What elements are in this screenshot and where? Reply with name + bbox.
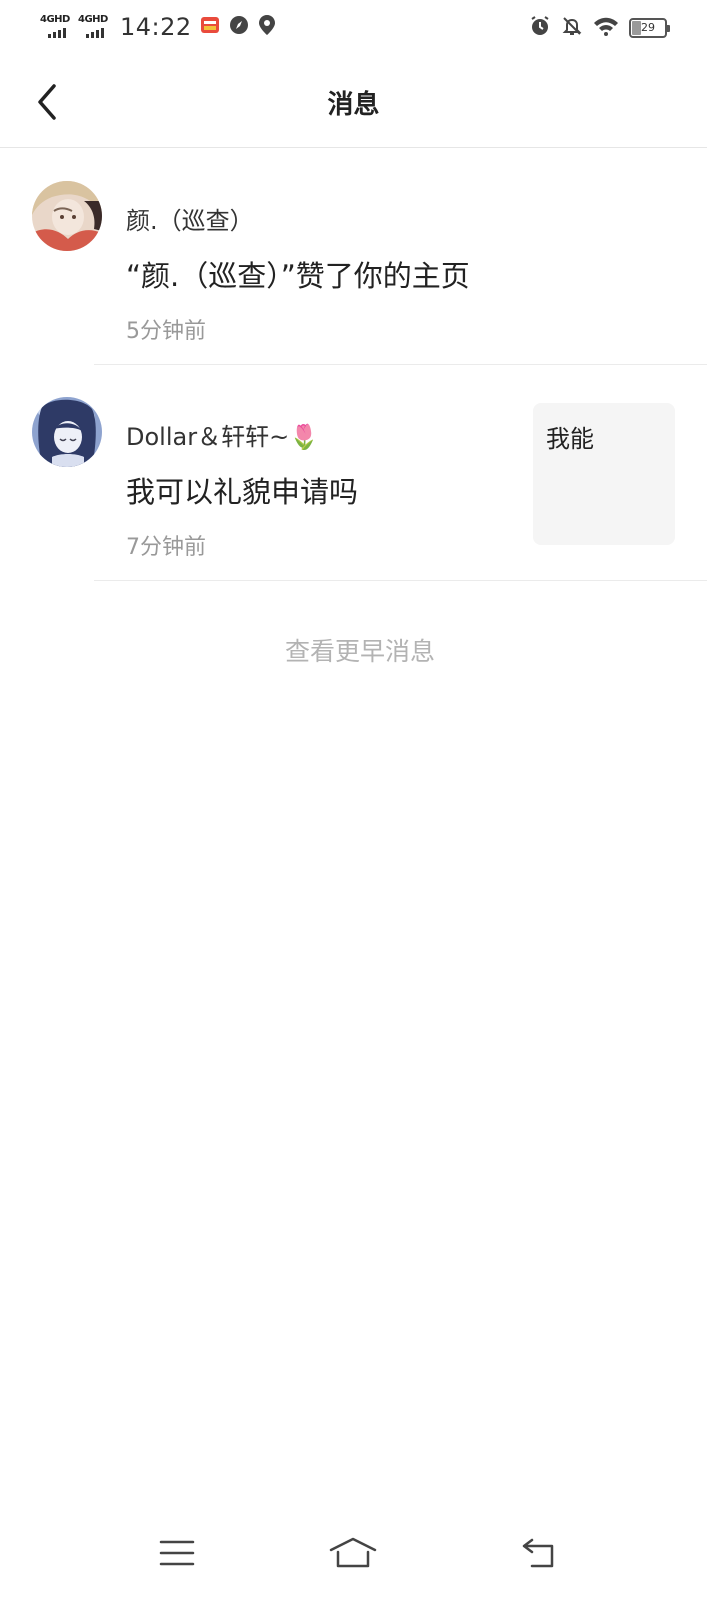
message-preview-card[interactable]: 我能 — [533, 403, 675, 545]
load-older-messages-link[interactable]: 查看更早消息 — [0, 632, 720, 668]
battery-icon: 29 — [629, 18, 670, 38]
system-nav-bar — [0, 1510, 707, 1600]
home-icon — [329, 1537, 377, 1568]
alarm-icon — [529, 15, 551, 41]
sender-name: 颜.（巡查） — [126, 207, 254, 235]
preview-text: 我能 — [546, 425, 594, 453]
avatar[interactable] — [32, 397, 102, 467]
sender-name: Dollar＆轩轩~🌷 — [126, 423, 320, 451]
signal-bars-icon — [48, 28, 66, 38]
network-type-label: 4GHD — [78, 14, 108, 25]
status-right: 29 — [529, 14, 670, 42]
network-type-label: 4GHD — [40, 14, 70, 25]
home-button[interactable] — [323, 1528, 383, 1578]
status-left: 4GHD 4GHD 14:22 — [40, 12, 285, 42]
menu-icon — [159, 1540, 195, 1566]
signal-bars-icon — [86, 28, 104, 38]
back-icon — [522, 1538, 554, 1568]
message-time: 7分钟前 — [126, 535, 206, 560]
battery-percent: 29 — [641, 21, 655, 34]
message-item[interactable]: 颜.（巡查） “颜.（巡查）”赞了你的主页 5分钟前 — [0, 149, 707, 365]
app-notification-icon — [200, 15, 220, 39]
message-content: “颜.（巡查）”赞了你的主页 — [126, 259, 470, 293]
status-bar: 4GHD 4GHD 14:22 29 — [0, 0, 707, 56]
mute-bell-icon — [561, 15, 583, 41]
page-title: 消息 — [327, 90, 380, 120]
clock: 14:22 — [120, 13, 192, 41]
menu-button[interactable] — [147, 1528, 207, 1578]
cellular-signal-2: 4GHD — [78, 14, 112, 40]
message-item[interactable]: Dollar＆轩轩~🌷 我可以礼貌申请吗 7分钟前 我能 — [0, 365, 707, 581]
cellular-signal-1: 4GHD — [40, 14, 74, 40]
back-nav-button[interactable] — [508, 1528, 568, 1578]
message-content: 我可以礼貌申请吗 — [126, 475, 359, 509]
compass-icon — [229, 15, 249, 39]
divider — [94, 580, 707, 581]
header: 消息 — [0, 56, 707, 148]
message-time: 5分钟前 — [126, 319, 206, 344]
wifi-icon — [593, 16, 619, 40]
location-icon — [258, 14, 276, 40]
avatar[interactable] — [32, 181, 102, 251]
